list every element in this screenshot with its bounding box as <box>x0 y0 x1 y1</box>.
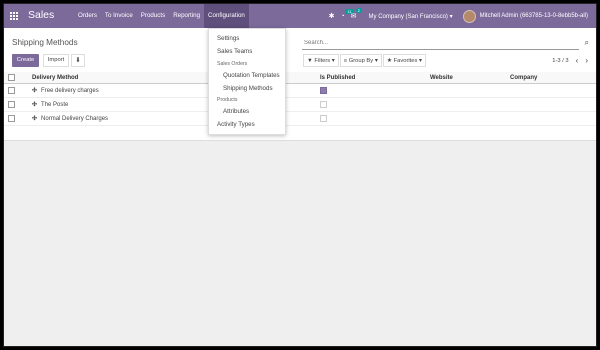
top-navbar: Sales Orders To Invoice Products Reporti… <box>4 4 596 28</box>
select-all-checkbox[interactable] <box>8 73 15 81</box>
company-name: My Company (San Francisco) <box>368 13 448 20</box>
menu-settings[interactable]: Settings <box>217 35 239 42</box>
company-cell <box>506 111 596 126</box>
website-cell <box>426 111 506 126</box>
apps-grid-icon[interactable] <box>10 12 18 20</box>
star-icon: ★ <box>386 58 392 64</box>
column-company[interactable]: Company <box>506 72 596 84</box>
row-checkbox[interactable] <box>8 114 15 122</box>
pager: 1-3 / 3 ‹ › <box>552 56 588 65</box>
avatar[interactable] <box>462 9 476 23</box>
bug-icon[interactable]: ✱ <box>329 12 335 20</box>
menu-orders[interactable]: Orders <box>74 4 101 28</box>
menu-products[interactable]: Products <box>137 4 169 28</box>
messages-badge: 2 <box>355 8 362 13</box>
search-input[interactable] <box>302 37 566 48</box>
column-is-published[interactable]: Is Published <box>316 72 426 84</box>
menu-shipping-methods[interactable]: Shipping Methods <box>223 85 273 92</box>
delivery-method-name[interactable]: Normal Delivery Charges <box>41 116 108 122</box>
download-button[interactable]: ⬇ <box>71 54 85 67</box>
table-row[interactable]: ✣ Normal Delivery Charges <box>4 111 596 126</box>
filter-icon: ▼ <box>307 58 313 64</box>
pager-next-icon[interactable]: › <box>585 56 588 65</box>
is-published-checkbox[interactable] <box>320 114 327 122</box>
search-icon[interactable]: ⌕ <box>585 38 589 48</box>
group-by-button[interactable]: ≡ Group By ▾ <box>339 54 382 67</box>
shipping-methods-table: Delivery Method Is Published Website Com… <box>4 72 596 126</box>
pager-previous-icon[interactable]: ‹ <box>576 56 579 65</box>
list-view: Delivery Method Is Published Website Com… <box>4 72 596 141</box>
menu-attributes[interactable]: Attributes <box>223 108 249 115</box>
group-by-icon: ≡ <box>343 58 348 64</box>
menu-reporting[interactable]: Reporting <box>169 4 204 28</box>
company-switcher[interactable]: My Company (San Francisco) ▾ <box>369 13 453 20</box>
section-products: Products <box>217 97 238 103</box>
menu-to-invoice[interactable]: To Invoice <box>101 4 137 28</box>
company-cell <box>506 83 596 98</box>
drag-handle-icon[interactable]: ✣ <box>32 115 37 122</box>
website-cell <box>426 97 506 112</box>
delivery-method-name[interactable]: The Poste <box>41 102 68 108</box>
favorites-button[interactable]: ★ Favorites ▾ <box>382 54 426 67</box>
systray: ✱ ◔ 11 ✉ 2 My Company (San Francisco) ▾ Mi… <box>329 4 596 28</box>
control-panel: Shipping Methods Create Import ⬇ ⌕ ▼ Fil… <box>4 28 596 73</box>
column-website[interactable]: Website <box>426 72 506 84</box>
messages-icon[interactable]: ✉ 2 <box>351 8 362 20</box>
menu-activity-types[interactable]: Activity Types <box>217 121 255 128</box>
filters-button[interactable]: ▼ Filters ▾ <box>303 54 339 67</box>
menu-sales-teams[interactable]: Sales Teams <box>217 48 252 55</box>
table-row[interactable]: ✣ The Poste <box>4 97 596 112</box>
browser-frame: Sales Orders To Invoice Products Reporti… <box>3 3 597 347</box>
page-title: Shipping Methods <box>12 38 78 47</box>
app-title[interactable]: Sales <box>28 9 54 21</box>
section-sales-orders: Sales Orders <box>217 61 248 67</box>
table-row[interactable]: ✣ Free delivery charges <box>4 83 596 98</box>
menu-quotation-templates[interactable]: Quotation Templates <box>223 72 280 79</box>
is-published-checkbox[interactable] <box>320 86 327 94</box>
menu-configuration[interactable]: Configuration <box>204 4 249 28</box>
download-icon: ⬇ <box>75 57 81 64</box>
website-cell <box>426 83 506 98</box>
drag-handle-icon[interactable]: ✣ <box>32 101 37 108</box>
search-options: ▼ Filters ▾ ≡ Group By ▾ ★ Favorites ▾ <box>303 54 427 67</box>
company-cell <box>506 97 596 112</box>
import-button[interactable]: Import <box>43 54 69 67</box>
search-box: ⌕ <box>302 37 589 50</box>
pager-value[interactable]: 1-3 / 3 <box>552 58 568 64</box>
create-button[interactable]: Create <box>12 54 39 67</box>
drag-handle-icon[interactable]: ✣ <box>32 87 37 94</box>
configuration-dropdown: Settings Sales Teams Sales Orders Quotat… <box>208 28 286 135</box>
delivery-method-name[interactable]: Free delivery charges <box>41 88 99 94</box>
row-checkbox[interactable] <box>8 86 15 94</box>
row-checkbox[interactable] <box>8 100 15 108</box>
main-menu: Orders To Invoice Products Reporting Con… <box>74 4 249 28</box>
user-menu[interactable]: Mitchell Admin (663785-13-0-8ebb5b-all) <box>480 13 588 19</box>
activity-icon[interactable]: ◔ 11 <box>340 8 354 20</box>
is-published-checkbox[interactable] <box>320 100 327 108</box>
table-header-row: Delivery Method Is Published Website Com… <box>4 72 596 84</box>
